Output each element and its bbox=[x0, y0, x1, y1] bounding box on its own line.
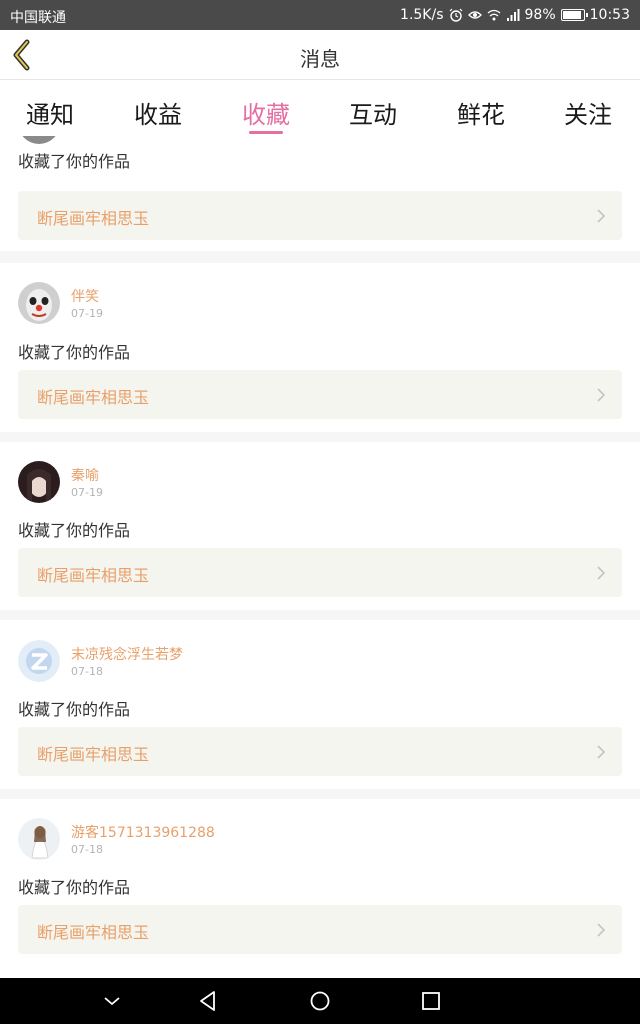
message-action: 收藏了你的作品 bbox=[18, 343, 131, 362]
clock: 10:53 bbox=[589, 7, 630, 23]
status-bar: 中国联通 1.5K/s 98% 10:53 bbox=[0, 0, 640, 30]
avatar[interactable] bbox=[18, 282, 60, 324]
message-action: 收藏了你的作品 bbox=[18, 152, 131, 171]
home-icon[interactable] bbox=[307, 988, 333, 1014]
app-header: 消息 bbox=[0, 30, 640, 80]
work-link[interactable]: 断尾画牢相思玉 bbox=[18, 191, 622, 240]
work-link[interactable]: 断尾画牢相思玉 bbox=[18, 727, 622, 776]
chevron-right-icon bbox=[597, 388, 606, 402]
avatar[interactable] bbox=[18, 461, 60, 503]
battery-icon bbox=[560, 9, 588, 21]
active-tab-indicator bbox=[249, 131, 283, 134]
status-icons: 1.5K/s 98% 10:53 bbox=[400, 7, 630, 23]
message-action: 收藏了你的作品 bbox=[18, 878, 131, 897]
tab-following[interactable]: 关注 bbox=[548, 95, 628, 130]
chevron-right-icon bbox=[597, 745, 606, 759]
username[interactable]: 游客1571313961288 bbox=[71, 822, 215, 842]
eye-icon bbox=[467, 11, 482, 19]
work-link[interactable]: 断尾画牢相思玉 bbox=[18, 905, 622, 954]
tab-bar: 通知 收益 收藏 互动 鲜花 关注 bbox=[0, 81, 640, 136]
tab-notifications[interactable]: 通知 bbox=[10, 95, 90, 130]
recents-icon[interactable] bbox=[418, 988, 444, 1014]
message-list: 收藏了你的作品 断尾画牢相思玉 伴笑 07-19 收藏了你的作品 断尾画牢相思玉 bbox=[0, 136, 640, 978]
message-card: 末凉残念浮生若梦 07-18 收藏了你的作品 断尾画牢相思玉 bbox=[0, 620, 640, 789]
message-date: 07-18 bbox=[71, 665, 103, 678]
username[interactable]: 秦喻 bbox=[71, 465, 99, 485]
carrier-label: 中国联通 bbox=[10, 10, 66, 26]
work-title: 断尾画牢相思玉 bbox=[37, 388, 150, 407]
tab-favorites[interactable]: 收藏 bbox=[226, 95, 306, 130]
page-title: 消息 bbox=[300, 47, 340, 71]
back-icon[interactable] bbox=[195, 988, 221, 1014]
username[interactable]: 伴笑 bbox=[71, 286, 99, 306]
hide-keyboard-icon[interactable] bbox=[99, 988, 125, 1014]
signal-icon bbox=[506, 9, 520, 21]
message-card: 游客1571313961288 07-18 收藏了你的作品 断尾画牢相思玉 bbox=[0, 799, 640, 978]
work-link[interactable]: 断尾画牢相思玉 bbox=[18, 548, 622, 597]
avatar[interactable] bbox=[18, 818, 60, 860]
tab-earnings[interactable]: 收益 bbox=[118, 95, 198, 130]
chevron-right-icon bbox=[597, 923, 606, 937]
message-card: 秦喻 07-19 收藏了你的作品 断尾画牢相思玉 bbox=[0, 442, 640, 610]
alarm-icon bbox=[449, 8, 462, 22]
username[interactable]: 末凉残念浮生若梦 bbox=[71, 644, 183, 664]
work-title: 断尾画牢相思玉 bbox=[37, 745, 150, 764]
network-speed: 1.5K/s bbox=[400, 7, 444, 23]
tab-flowers[interactable]: 鲜花 bbox=[441, 95, 521, 130]
work-link[interactable]: 断尾画牢相思玉 bbox=[18, 370, 622, 419]
wifi-icon bbox=[487, 9, 500, 21]
message-date: 07-18 bbox=[71, 843, 103, 856]
work-title: 断尾画牢相思玉 bbox=[37, 566, 150, 585]
avatar[interactable] bbox=[18, 640, 60, 682]
chevron-right-icon bbox=[597, 209, 606, 223]
chevron-right-icon bbox=[597, 566, 606, 580]
system-nav-bar bbox=[0, 978, 640, 1024]
message-card: 伴笑 07-19 收藏了你的作品 断尾画牢相思玉 bbox=[0, 263, 640, 432]
tab-interactions[interactable]: 互动 bbox=[333, 95, 413, 130]
battery-percent: 98% bbox=[524, 7, 556, 23]
work-title: 断尾画牢相思玉 bbox=[37, 923, 150, 942]
avatar[interactable] bbox=[18, 136, 60, 144]
message-date: 07-19 bbox=[71, 486, 103, 499]
message-action: 收藏了你的作品 bbox=[18, 521, 131, 540]
work-title: 断尾画牢相思玉 bbox=[37, 209, 150, 228]
message-card: 收藏了你的作品 断尾画牢相思玉 bbox=[0, 136, 640, 251]
message-action: 收藏了你的作品 bbox=[18, 700, 131, 719]
message-date: 07-19 bbox=[71, 307, 103, 320]
